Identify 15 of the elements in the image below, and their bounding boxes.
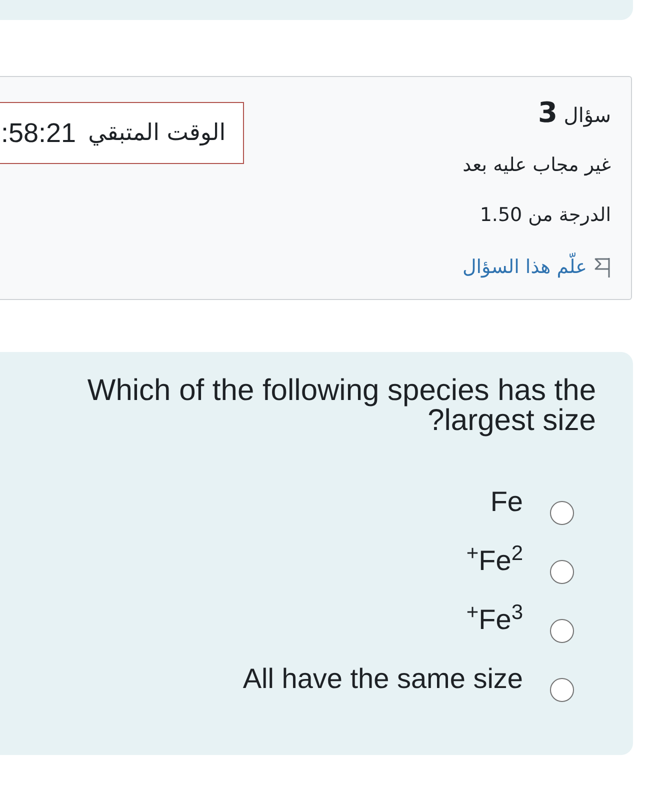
timer-value: :58:21 [1, 118, 76, 148]
radio-button[interactable] [550, 501, 574, 525]
option-label: $^{+}$Fe$^{2}$ [466, 544, 523, 578]
radio-button[interactable] [550, 560, 574, 584]
option-label: All have the same size [242, 662, 523, 696]
timer-label: الوقت المتبقي [88, 119, 226, 148]
flag-question-link[interactable]: علّم هذا السؤال [462, 253, 587, 281]
option-label: Fe [490, 485, 523, 519]
question-text: Which of the following species has the ?largest size [86, 376, 596, 436]
question-state: غير مجاب عليه بعد [462, 153, 611, 178]
option-label: $^{+}$Fe$^{3}$ [466, 603, 523, 637]
radio-button[interactable] [550, 619, 574, 643]
radio-button[interactable] [550, 678, 574, 702]
question-grade: الدرجة من 1.50 [480, 203, 611, 228]
flag-icon[interactable] [594, 256, 611, 278]
